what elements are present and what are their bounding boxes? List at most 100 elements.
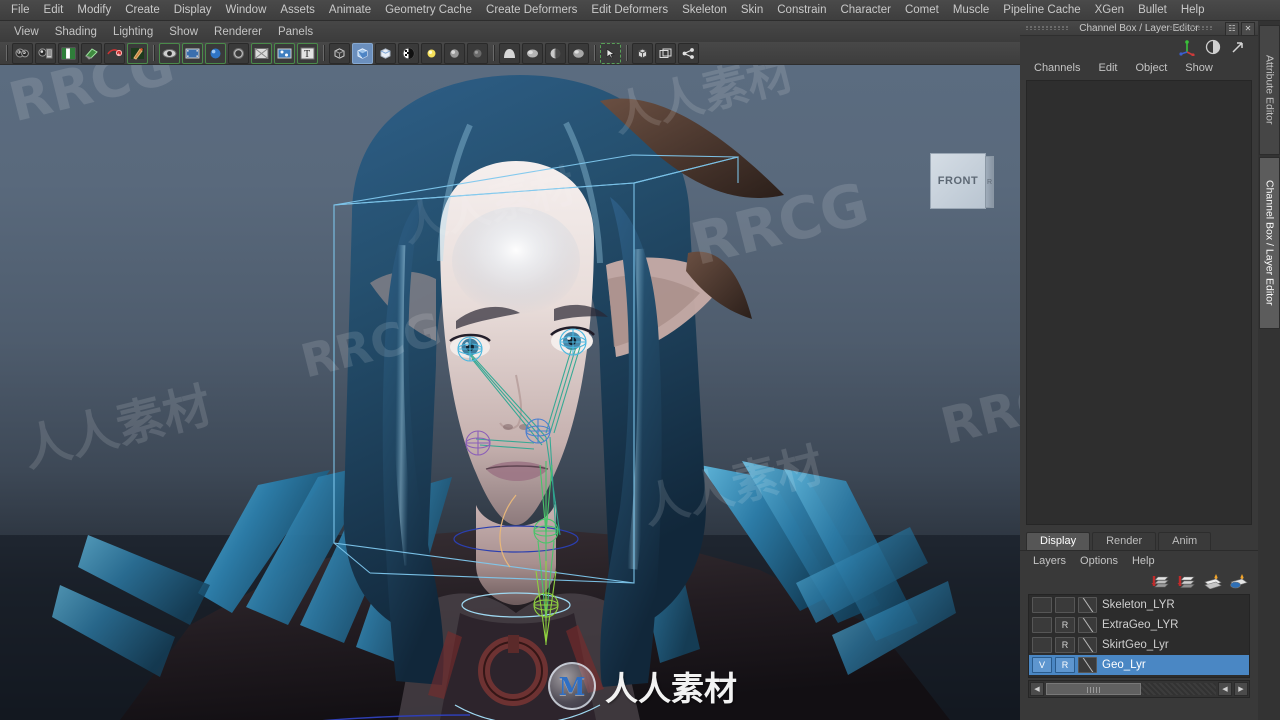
smooth-shade-all-icon[interactable] xyxy=(352,42,373,64)
contrast-icon[interactable] xyxy=(1205,39,1221,55)
redo-icon[interactable]: + xyxy=(104,42,125,64)
layer-row-skirtgeo[interactable]: R SkirtGeo_Lyr xyxy=(1029,635,1249,655)
layer-reference-toggle[interactable]: R xyxy=(1055,657,1075,673)
script-editor-icon[interactable] xyxy=(127,42,148,64)
layer-name[interactable]: Skeleton_LYR xyxy=(1102,599,1175,611)
layer-color-swatch[interactable] xyxy=(1078,617,1097,633)
channel-menu-object[interactable]: Object xyxy=(1127,61,1175,75)
smooth-preview-icon[interactable] xyxy=(568,42,589,64)
save-scene-icon[interactable] xyxy=(58,42,79,64)
layer-menu-help[interactable]: Help xyxy=(1125,554,1162,568)
viewport-menu-panels[interactable]: Panels xyxy=(270,24,321,40)
hardware-texture-icon[interactable] xyxy=(545,42,566,64)
layer-list-scrollbar[interactable]: ◀ ◀ ▶ xyxy=(1028,680,1250,698)
layer-visibility-toggle[interactable] xyxy=(1032,597,1052,613)
axis-gizmo-icon[interactable] xyxy=(1179,39,1196,56)
layer-reference-toggle[interactable]: R xyxy=(1055,637,1075,653)
layer-reference-toggle[interactable]: R xyxy=(1055,617,1075,633)
menu-item-bullet[interactable]: Bullet xyxy=(1131,2,1174,18)
menu-item-edit-deformers[interactable]: Edit Deformers xyxy=(584,2,675,18)
snap-curve-icon[interactable] xyxy=(655,42,676,64)
new-layer-from-selected-icon[interactable] xyxy=(1177,573,1196,589)
menu-item-geometry-cache[interactable]: Geometry Cache xyxy=(378,2,479,18)
menu-item-edit[interactable]: Edit xyxy=(37,2,71,18)
layer-menu-layers[interactable]: Layers xyxy=(1026,554,1073,568)
xray-icon[interactable] xyxy=(499,42,520,64)
menu-item-modify[interactable]: Modify xyxy=(70,2,118,18)
render-globals-icon[interactable] xyxy=(274,42,295,64)
menu-item-character[interactable]: Character xyxy=(833,2,898,18)
layer-name[interactable]: SkirtGeo_Lyr xyxy=(1102,639,1169,651)
scroll-page-left-button[interactable]: ◀ xyxy=(1218,682,1232,696)
layer-name[interactable]: ExtraGeo_LYR xyxy=(1102,619,1179,631)
menu-item-xgen[interactable]: XGen xyxy=(1088,2,1131,18)
scroll-page-right-button[interactable]: ▶ xyxy=(1234,682,1248,696)
menu-item-muscle[interactable]: Muscle xyxy=(946,2,996,18)
wireframe-shading-icon[interactable] xyxy=(329,42,350,64)
smooth-shade-selected-icon[interactable] xyxy=(375,42,396,64)
channel-menu-show[interactable]: Show xyxy=(1177,61,1221,75)
layer-name[interactable]: Geo_Lyr xyxy=(1102,659,1146,671)
tab-render[interactable]: Render xyxy=(1092,532,1157,550)
tab-anim[interactable]: Anim xyxy=(1158,532,1212,550)
layer-visibility-toggle[interactable]: V xyxy=(1032,657,1052,673)
menu-item-pipeline-cache[interactable]: Pipeline Cache xyxy=(996,2,1087,18)
layer-list[interactable]: Skeleton_LYR R ExtraGeo_LYR R SkirtGeo_L… xyxy=(1028,594,1250,678)
menu-item-display[interactable]: Display xyxy=(167,2,219,18)
view-cube-right-face[interactable]: R xyxy=(985,156,994,208)
render-settings-icon[interactable] xyxy=(228,42,249,64)
3d-viewport[interactable]: FRONT R y x xyxy=(0,65,1021,720)
undock-button[interactable]: ☷ xyxy=(1225,22,1239,36)
side-tab-channel-box[interactable]: Channel Box / Layer Editor xyxy=(1259,157,1280,329)
close-button[interactable]: ✕ xyxy=(1241,22,1255,36)
layer-row-extrageo[interactable]: R ExtraGeo_LYR xyxy=(1029,615,1249,635)
channel-menu-edit[interactable]: Edit xyxy=(1090,61,1125,75)
menu-item-constrain[interactable]: Constrain xyxy=(770,2,833,18)
menu-item-skeleton[interactable]: Skeleton xyxy=(675,2,734,18)
menu-item-animate[interactable]: Animate xyxy=(322,2,378,18)
menu-item-assets[interactable]: Assets xyxy=(273,2,322,18)
new-layer-icon[interactable] xyxy=(1151,573,1170,589)
text-tool-icon[interactable]: T xyxy=(297,42,318,64)
viewport-menu-shading[interactable]: Shading xyxy=(47,24,105,40)
channel-menu-channels[interactable]: Channels xyxy=(1026,61,1088,75)
arrow-icon[interactable] xyxy=(1230,39,1246,55)
layer-row-skeleton[interactable]: Skeleton_LYR xyxy=(1029,595,1249,615)
scroll-left-button[interactable]: ◀ xyxy=(1030,682,1044,696)
menu-item-skin[interactable]: Skin xyxy=(734,2,770,18)
viewport-menu-show[interactable]: Show xyxy=(161,24,206,40)
layer-color-swatch[interactable] xyxy=(1078,637,1097,653)
xray-joints-icon[interactable] xyxy=(522,42,543,64)
menu-item-file[interactable]: File xyxy=(4,2,37,18)
new-layer-above-icon[interactable] xyxy=(1203,573,1222,589)
viewport-menu-lighting[interactable]: Lighting xyxy=(105,24,161,40)
menu-item-create-deformers[interactable]: Create Deformers xyxy=(479,2,584,18)
marquee-select-icon[interactable] xyxy=(600,42,621,64)
menu-item-help[interactable]: Help xyxy=(1174,2,1212,18)
ipr-render-icon[interactable] xyxy=(205,42,226,64)
snap-point-icon[interactable] xyxy=(678,42,699,64)
render-view-icon[interactable] xyxy=(159,42,180,64)
channel-box-content[interactable] xyxy=(1026,80,1252,525)
menu-item-comet[interactable]: Comet xyxy=(898,2,946,18)
scrollbar-track[interactable] xyxy=(1046,683,1216,695)
layer-row-geo[interactable]: V R Geo_Lyr xyxy=(1029,655,1249,675)
undo-icon[interactable] xyxy=(81,42,102,64)
side-tab-attribute-editor[interactable]: Attribute Editor xyxy=(1259,25,1280,155)
use-default-light-icon[interactable] xyxy=(421,42,442,64)
layer-visibility-toggle[interactable] xyxy=(1032,617,1052,633)
new-layer-below-icon[interactable] xyxy=(1229,573,1248,589)
viewport-menu-renderer[interactable]: Renderer xyxy=(206,24,270,40)
tab-display[interactable]: Display xyxy=(1026,532,1091,550)
checker-texture-icon[interactable] xyxy=(398,42,419,64)
hypershade-icon[interactable] xyxy=(251,42,272,64)
shadows-icon[interactable] xyxy=(467,42,488,64)
layer-reference-toggle[interactable] xyxy=(1055,597,1075,613)
render-sequence-icon[interactable] xyxy=(182,42,203,64)
new-scene-icon[interactable] xyxy=(12,42,33,64)
layer-color-swatch[interactable] xyxy=(1078,597,1097,613)
layer-color-swatch[interactable] xyxy=(1078,657,1097,673)
layer-visibility-toggle[interactable] xyxy=(1032,637,1052,653)
menu-item-window[interactable]: Window xyxy=(218,2,273,18)
layer-menu-options[interactable]: Options xyxy=(1073,554,1125,568)
